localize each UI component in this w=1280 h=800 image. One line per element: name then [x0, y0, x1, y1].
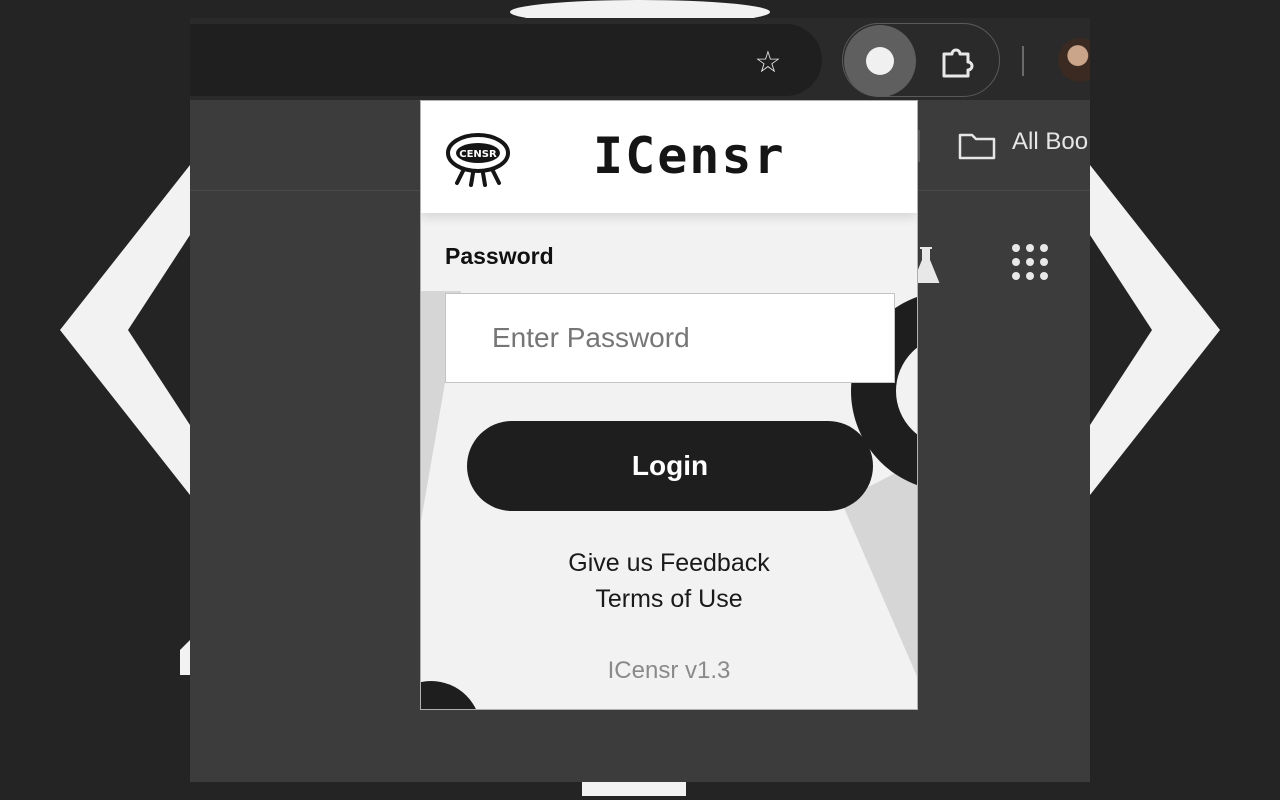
icensr-extension-icon[interactable] [844, 25, 916, 97]
avatar[interactable] [1058, 38, 1090, 82]
eye-icon [866, 47, 894, 75]
toolbar-divider [1022, 46, 1024, 76]
folder-icon[interactable] [958, 132, 996, 160]
svg-text:CENSR: CENSR [459, 149, 497, 160]
browser-toolbar: ☆ [190, 18, 1090, 100]
puzzle-icon[interactable] [938, 42, 978, 82]
terms-of-use-link[interactable]: Terms of Use [421, 585, 917, 614]
apps-grid-icon[interactable] [1012, 244, 1052, 284]
password-label: Password [445, 243, 554, 269]
all-bookmarks-label[interactable]: All Boo [1012, 128, 1088, 156]
popup-header: CENSR ICensr [421, 101, 917, 213]
address-bar[interactable] [190, 24, 822, 96]
background-bar [582, 782, 686, 796]
icensr-popup: CENSR ICensr Password Login Give us Feed… [420, 100, 918, 710]
icensr-logo-icon: CENSR [446, 133, 510, 187]
bookmarks-divider [918, 130, 920, 162]
brand-title: ICensr [593, 127, 786, 185]
feedback-link[interactable]: Give us Feedback [421, 549, 917, 578]
star-icon[interactable]: ☆ [748, 43, 788, 83]
version-label: ICensr v1.3 [607, 657, 731, 684]
password-input[interactable] [445, 293, 895, 383]
login-button[interactable]: Login [467, 421, 873, 511]
